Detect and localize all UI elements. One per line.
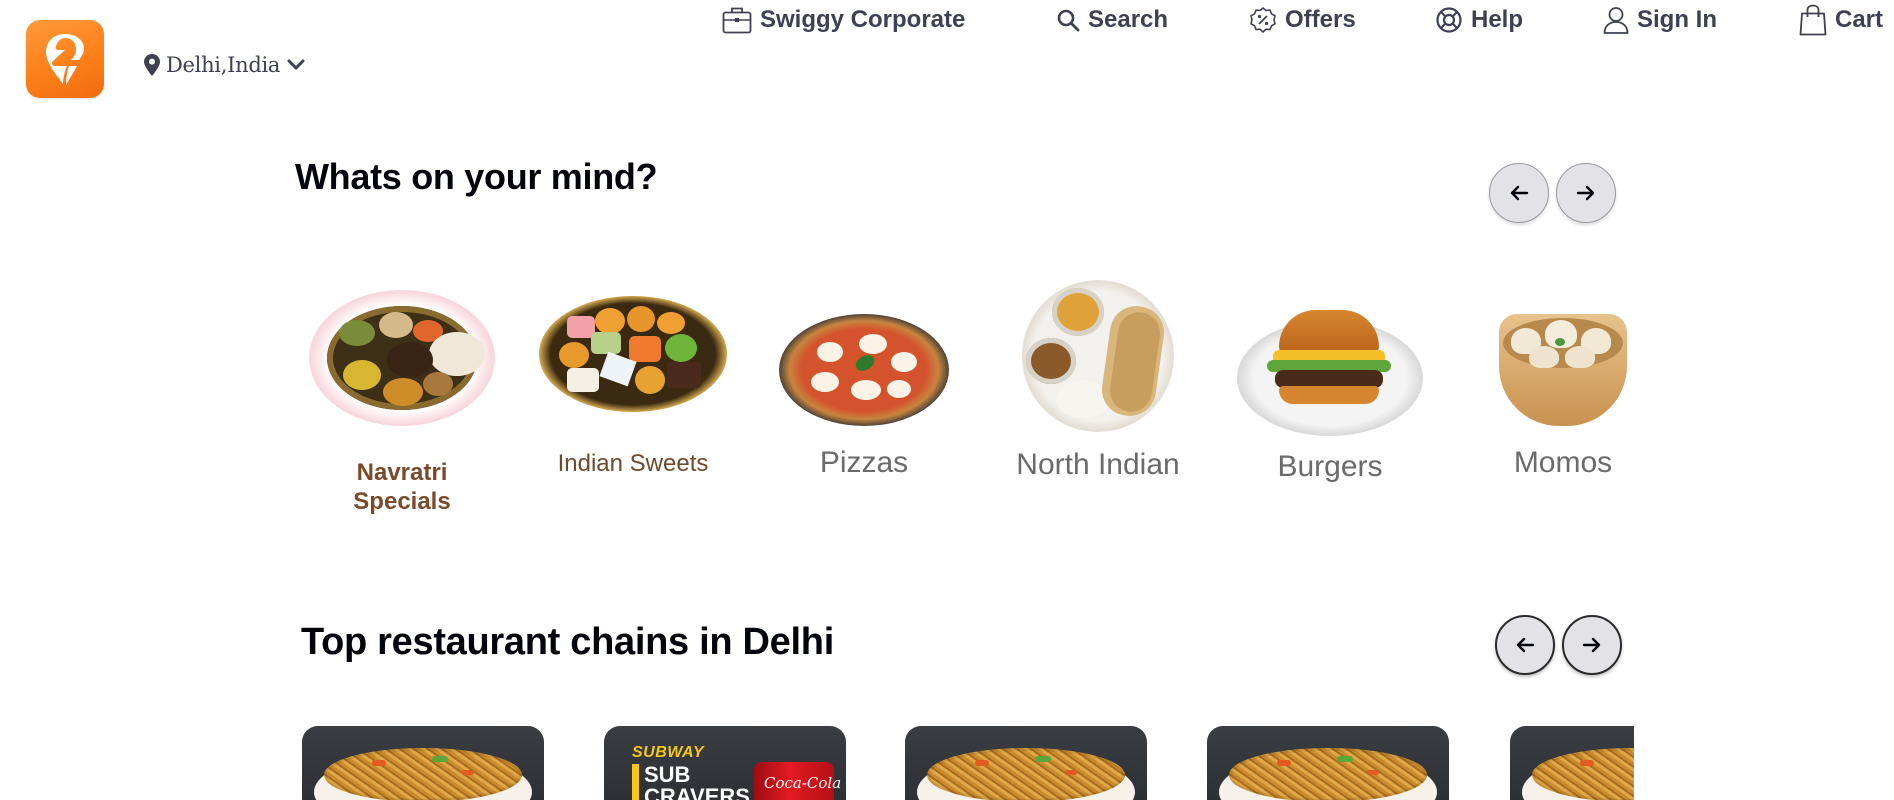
cuisine-label: Indian Sweets <box>557 450 709 477</box>
mind-section-title: Whats on your mind? <box>295 156 658 197</box>
help-lifebuoy-icon <box>1436 7 1462 33</box>
cuisine-item-burgers[interactable]: Burgers <box>1230 270 1430 530</box>
cuisine-item-indian-sweets[interactable]: Indian Sweets <box>533 270 733 530</box>
nav-help[interactable]: Help <box>1435 0 1523 40</box>
offers-percent-icon <box>1250 7 1276 33</box>
mind-next-button[interactable] <box>1556 163 1616 223</box>
subway-brand-text: SUBWAY <box>632 744 705 761</box>
briefcase-icon <box>722 7 752 34</box>
swiggy-logo[interactable] <box>26 20 104 98</box>
location-selector[interactable]: Delhi,India <box>144 50 306 80</box>
indian-sweets-image <box>539 296 727 412</box>
cuisine-item-north-indian[interactable]: North Indian <box>998 270 1198 530</box>
navratri-thali-image <box>309 290 495 426</box>
nav-label: Swiggy Corporate <box>760 6 966 33</box>
restaurant-chains-carousel: SUBWAY SUB CRAVERS Coca-Cola <box>302 726 1634 800</box>
restaurant-card[interactable] <box>905 726 1147 800</box>
cuisine-label: North Indian <box>1016 448 1180 481</box>
search-icon <box>1057 9 1080 32</box>
nav-label: Cart <box>1835 6 1884 33</box>
nav-sign-in[interactable]: Sign In <box>1603 0 1717 40</box>
cuisine-label: Burgers <box>1277 450 1383 483</box>
subway-promo-text: SUB CRAVERS <box>644 762 750 800</box>
nav-label: Search <box>1088 6 1169 33</box>
restaurant-card-subway[interactable]: SUBWAY SUB CRAVERS Coca-Cola <box>604 726 846 800</box>
location-pin-icon <box>144 54 160 76</box>
cuisine-label: Momos <box>1513 446 1613 479</box>
mind-prev-button[interactable] <box>1489 163 1549 223</box>
nav-swiggy-corporate[interactable]: Swiggy Corporate <box>722 0 965 40</box>
cuisine-label: Navratri Specials <box>353 459 451 515</box>
arrow-left-icon <box>1516 637 1535 653</box>
arrow-left-icon <box>1510 185 1529 201</box>
pizza-image <box>779 314 949 426</box>
shopping-bag-icon <box>1799 4 1827 36</box>
coke-brand-text: Coca-Cola <box>764 774 842 792</box>
location-text: Delhi,India <box>166 53 281 77</box>
chevron-down-icon <box>287 59 305 70</box>
user-icon <box>1603 7 1629 34</box>
nav-label: Help <box>1471 6 1524 33</box>
arrow-right-icon <box>1576 185 1595 201</box>
chains-prev-button[interactable] <box>1495 615 1555 675</box>
chains-section-title: Top restaurant chains in Delhi <box>301 621 834 663</box>
restaurant-card[interactable] <box>1510 726 1634 800</box>
site-header: Delhi,India Swiggy Corporate Search Offe… <box>0 0 1894 120</box>
restaurant-card[interactable] <box>302 726 544 800</box>
chains-next-button[interactable] <box>1562 615 1622 675</box>
cuisine-item-pizzas[interactable]: Pizzas <box>764 270 964 530</box>
arrow-right-icon <box>1582 637 1601 653</box>
cuisine-item-momos[interactable]: Momos <box>1463 270 1663 530</box>
restaurant-card[interactable] <box>1207 726 1449 800</box>
cuisine-label: Pizzas <box>819 446 909 479</box>
swiggy-logo-icon <box>46 34 84 85</box>
nav-label: Sign In <box>1637 6 1717 33</box>
north-indian-thali-image <box>1022 280 1174 432</box>
nav-label: Offers <box>1285 6 1356 33</box>
burger-image <box>1237 310 1423 436</box>
momos-image <box>1499 314 1627 426</box>
cuisine-carousel: Navratri Specials Indian Sweets Pizzas N… <box>300 270 1630 530</box>
nav-cart[interactable]: Cart <box>1799 0 1883 40</box>
cuisine-item-navratri-specials[interactable]: Navratri Specials <box>302 270 502 530</box>
nav-offers[interactable]: Offers <box>1249 0 1356 40</box>
nav-search[interactable]: Search <box>1056 0 1168 40</box>
